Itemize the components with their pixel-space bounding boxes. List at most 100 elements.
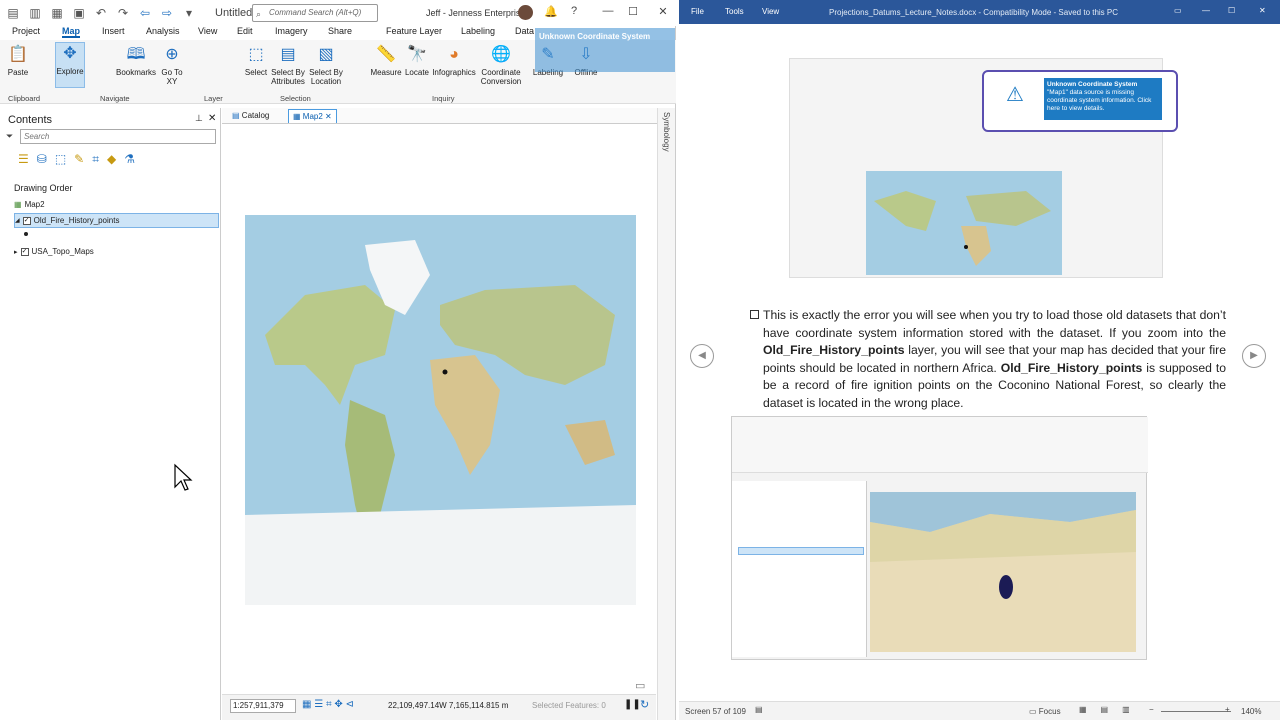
open-folder-icon[interactable]: ▥	[26, 5, 44, 21]
pin-icon[interactable]: ⊥	[195, 113, 203, 124]
layer-usa-topo-maps[interactable]: ▸ ✓ USA_Topo_Maps	[14, 247, 94, 256]
customize-icon[interactable]: ▾	[180, 5, 198, 21]
paste-button[interactable]: 📋 Paste	[6, 44, 30, 77]
maximize-icon[interactable]: ☐	[625, 5, 641, 21]
accessibility-icon[interactable]: ▤	[755, 705, 763, 714]
menu-view[interactable]: View	[762, 7, 779, 16]
tab-imagery[interactable]: Imagery	[275, 26, 308, 36]
drawing-order-heading: Drawing Order	[14, 183, 73, 193]
select-by-attributes-button[interactable]: ▤ Select By Attributes	[269, 44, 307, 86]
map-node[interactable]: ▦ Map2	[14, 200, 45, 209]
close-pane-icon[interactable]: ✕	[208, 113, 216, 124]
focus-button[interactable]: ▭ Focus	[1029, 707, 1061, 716]
expand-icon[interactable]: ◢	[15, 217, 20, 224]
word-close-icon[interactable]: ✕	[1259, 6, 1266, 15]
save-icon[interactable]: ▦	[48, 5, 66, 21]
document-page[interactable]: ⚠ Unknown Coordinate System "Map1" data s…	[679, 24, 1280, 701]
tab-share[interactable]: Share	[328, 26, 352, 36]
world-basemap[interactable]	[245, 215, 636, 605]
map-overview-icon[interactable]: ▭	[635, 679, 645, 692]
notification-bell-icon[interactable]: 🔔	[543, 5, 559, 21]
pause-icon[interactable]: ❚❚	[624, 699, 641, 710]
layer-visibility-checkbox[interactable]: ✓	[22, 216, 31, 225]
close-tab-icon[interactable]: ✕	[325, 112, 332, 121]
list-by-labeling-icon[interactable]: ◆	[107, 152, 116, 167]
print-icon[interactable]: ▣	[70, 5, 88, 21]
tab-insert[interactable]: Insert	[102, 26, 125, 36]
tab-analysis[interactable]: Analysis	[146, 26, 180, 36]
notification-title: Unknown Coordinate System	[539, 32, 651, 41]
infographics-button[interactable]: ◕ Infographics	[431, 44, 477, 77]
refresh-icon[interactable]: ↻	[640, 698, 649, 711]
map-view-tabs: ▤ Catalog ▦ Map2 ✕	[222, 108, 674, 124]
go-to-xy-icon: ⊕	[165, 46, 179, 63]
word-maximize-icon[interactable]: ☐	[1228, 6, 1235, 15]
filter-icon[interactable]: ⏷	[6, 131, 13, 142]
tab-catalog[interactable]: ▤ Catalog	[228, 109, 273, 123]
coordinate-conversion-button[interactable]: 🌐 Coordinate Conversion	[478, 44, 524, 86]
search-icon: ⌕	[256, 9, 262, 19]
zoom-slider[interactable]	[1161, 711, 1231, 712]
measure-button[interactable]: 📏 Measure	[369, 44, 403, 77]
layer1-label: Old_Fire_History_points	[33, 216, 120, 225]
map-canvas[interactable]: ▭	[222, 125, 656, 693]
coordinates-readout: 22,109,497.14W 7,165,114.815 m	[388, 701, 509, 710]
explore-button[interactable]: ✥ Explore	[55, 42, 85, 88]
back-icon[interactable]: ⇦	[136, 5, 154, 21]
word-window: File Tools View Projections_Datums_Lectu…	[679, 0, 1280, 720]
tab-labeling[interactable]: Labeling	[461, 26, 495, 36]
next-screen-button[interactable]: ▶	[1242, 344, 1266, 368]
tab-feature-layer[interactable]: Feature Layer	[386, 26, 442, 36]
command-search-input[interactable]: ⌕ Command Search (Alt+Q)	[252, 4, 378, 22]
view-mode-icons[interactable]: ▦▤▥	[1079, 705, 1144, 714]
symbology-pane-tab[interactable]: Symbology	[657, 108, 675, 720]
minimize-icon[interactable]: —	[600, 5, 616, 21]
screenshot-figure-2	[731, 416, 1148, 660]
list-by-source-icon[interactable]: ⛁	[37, 152, 47, 167]
close-icon[interactable]: ✕	[655, 5, 671, 21]
tab-project[interactable]: Project	[12, 26, 40, 36]
zoom-level[interactable]: 140%	[1241, 707, 1261, 716]
tab-map2[interactable]: ▦ Map2 ✕	[288, 109, 337, 123]
para-bold-1: Old_Fire_History_points	[763, 343, 905, 357]
word-minimize-icon[interactable]: —	[1202, 6, 1210, 15]
paste-icon: 📋	[8, 46, 28, 63]
undo-icon[interactable]: ↶	[92, 5, 110, 21]
figure-1-map	[866, 171, 1062, 275]
forward-icon[interactable]: ⇨	[158, 5, 176, 21]
catalog-icon: ▤	[232, 111, 240, 120]
scale-dropdown[interactable]: 1:257,911,379	[230, 699, 296, 713]
tab-view[interactable]: View	[198, 26, 217, 36]
menu-tools[interactable]: Tools	[725, 7, 744, 16]
zoom-out-icon[interactable]: −	[1149, 705, 1154, 714]
list-by-selection-icon[interactable]: ⬚	[55, 152, 66, 167]
avatar[interactable]	[518, 5, 533, 20]
redo-icon[interactable]: ↷	[114, 5, 132, 21]
list-by-perspective-icon[interactable]: ⚗	[124, 152, 135, 167]
previous-screen-button[interactable]: ◀	[690, 344, 714, 368]
zoom-in-icon[interactable]: +	[1225, 705, 1230, 714]
select-by-location-button[interactable]: ▧ Select By Location	[307, 44, 345, 86]
layer-old-fire-history[interactable]: ◢ ✓ Old_Fire_History_points	[14, 213, 219, 228]
contents-toolbar: ☰ ⛁ ⬚ ✎ ⌗ ◆ ⚗	[18, 152, 135, 167]
bookmarks-button[interactable]: 🕮 Bookmarks	[115, 44, 157, 77]
tab-edit[interactable]: Edit	[237, 26, 253, 36]
list-by-snapping-icon[interactable]: ⌗	[92, 152, 99, 167]
contents-search-input[interactable]: Search	[20, 129, 216, 144]
locate-button[interactable]: 🔭 Locate	[403, 44, 431, 77]
layer2-visibility-checkbox[interactable]: ✓	[20, 247, 29, 256]
menu-file[interactable]: File	[691, 7, 704, 16]
list-by-editing-icon[interactable]: ✎	[74, 152, 84, 167]
word-ribbon-display-icon[interactable]: ▭	[1174, 6, 1182, 15]
list-by-drawing-order-icon[interactable]: ☰	[18, 152, 29, 167]
select-button[interactable]: ⬚ Select	[243, 44, 269, 77]
open-project-icon[interactable]: ▤	[4, 5, 22, 21]
go-to-xy-button[interactable]: ⊕ Go To XY	[158, 44, 186, 86]
help-icon[interactable]: ?	[566, 5, 582, 21]
map-view-tools[interactable]: ▦ ☰ ⌗ ✥ ⊲	[302, 699, 354, 710]
tab-map[interactable]: Map	[62, 26, 80, 38]
collapse-icon[interactable]: ▸	[14, 248, 18, 256]
tab-map2-label: Map2	[302, 112, 323, 121]
notification-toast[interactable]: Unknown Coordinate System	[535, 28, 675, 72]
tab-data[interactable]: Data	[515, 26, 534, 36]
